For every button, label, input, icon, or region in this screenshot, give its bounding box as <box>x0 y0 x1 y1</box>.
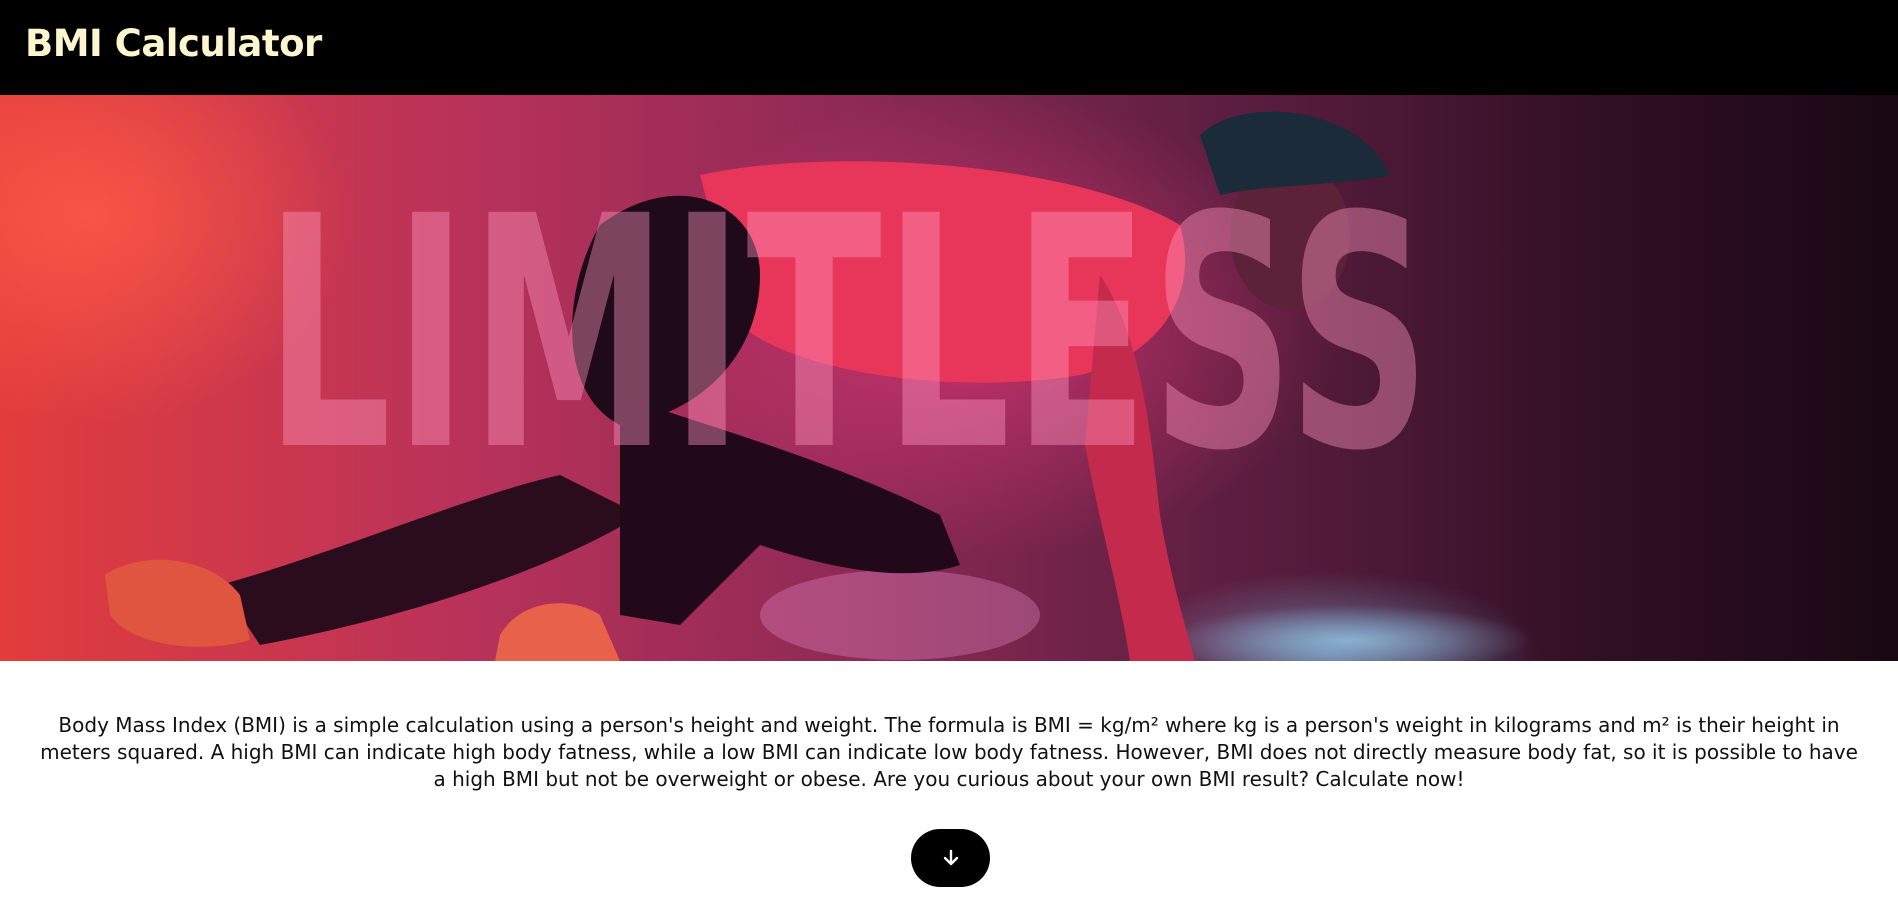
brand-logo[interactable]: BMI Calculator <box>25 22 322 65</box>
bmi-intro-paragraph: Body Mass Index (BMI) is a simple calcul… <box>40 713 1858 791</box>
hero-overlay-text: LIMITLESS <box>265 149 1433 521</box>
hero-banner: LIMITLESS <box>0 95 1898 661</box>
arrow-down-icon <box>943 849 958 866</box>
navbar: BMI Calculator <box>0 0 1898 95</box>
scroll-down-button[interactable] <box>911 829 990 887</box>
